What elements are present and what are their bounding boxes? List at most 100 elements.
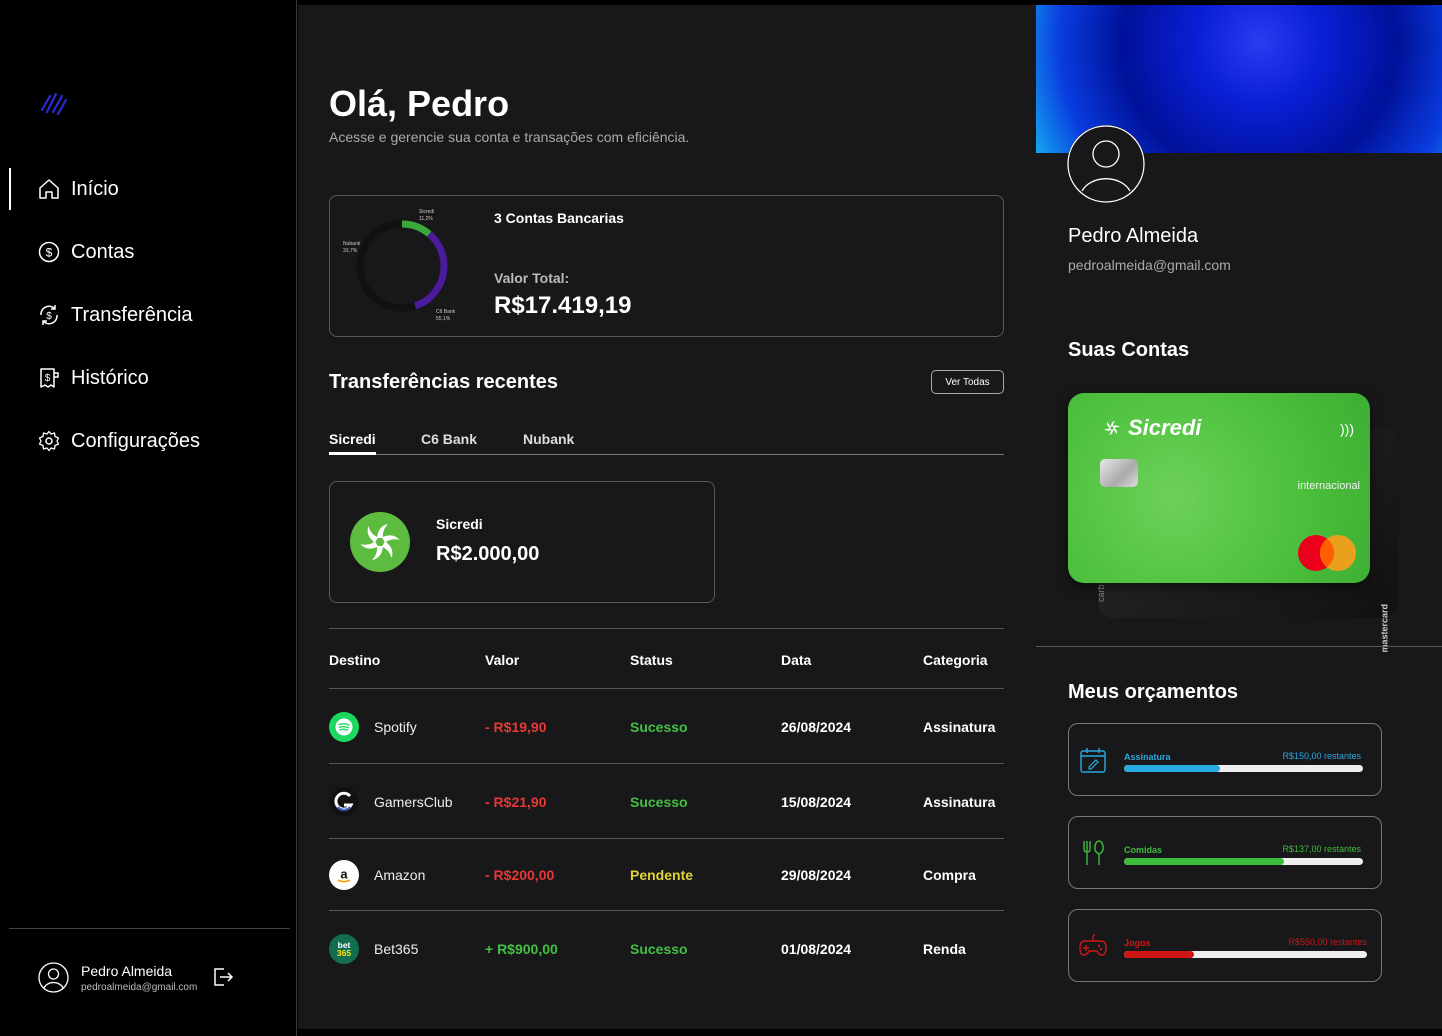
svg-text:$: $: [45, 373, 51, 384]
sidebar-divider: [9, 928, 290, 929]
sidebar-user: Pedro Almeida pedroalmeida@gmail.com: [38, 962, 197, 993]
gamersclub-icon: [329, 787, 359, 817]
mastercard-logo-icon: [1298, 535, 1356, 571]
budget-card-assinatura[interactable]: Assinatura R$150,00 restantes: [1068, 723, 1382, 796]
budget-progress-fill: [1124, 765, 1220, 772]
sidebar-item-label: Configurações: [71, 429, 200, 452]
svg-text:a: a: [340, 867, 348, 882]
date-cell: 15/08/2024: [781, 794, 852, 810]
svg-text:$: $: [46, 311, 52, 322]
status-cell: Sucesso: [630, 941, 688, 957]
sidebar-item-configuracoes[interactable]: Configurações: [0, 420, 297, 462]
value-cell: - R$200,00: [485, 867, 555, 883]
donut-label-nubank: Nubank 33,7%: [343, 241, 361, 254]
your-accounts-title: Suas Contas: [1068, 339, 1190, 361]
donut-label-sicredi: Sicredi 11,2%: [419, 209, 435, 222]
total-value: R$17.419,19: [494, 292, 632, 319]
account-tabs: Sicredi C6 Bank Nubank: [329, 429, 1004, 455]
destination-cell: GamersClub: [329, 787, 453, 817]
category-cell: Renda: [923, 941, 966, 957]
budget-card-comidas[interactable]: Comidas R$137,00 restantes: [1068, 816, 1382, 889]
see-all-button[interactable]: Ver Todas: [931, 370, 1004, 394]
budget-remaining: R$550,00 restantes: [1288, 937, 1367, 947]
profile-avatar-icon[interactable]: [1067, 125, 1145, 203]
budget-name: Jogos: [1124, 938, 1151, 948]
receipt-icon: $: [38, 367, 60, 389]
card-type: internacional: [1297, 480, 1360, 492]
budget-progress-fill: [1124, 951, 1195, 958]
accounts-summary-card: Sicredi 11,2% Nubank 33,7% C6 Bank 55,1% 3 …: [329, 195, 1004, 337]
dollar-circle-icon: $: [38, 241, 60, 263]
logout-icon[interactable]: [212, 966, 234, 988]
status-cell: Pendente: [630, 867, 694, 883]
gear-icon: [38, 430, 60, 452]
table-row[interactable]: Spotify - R$19,90 Sucesso 26/08/2024 Assinat…: [329, 688, 1004, 763]
sidebar-item-contas[interactable]: $ Contas: [0, 231, 297, 273]
value-cell: - R$19,90: [485, 719, 547, 735]
sidebar-user-name: Pedro Almeida: [81, 962, 173, 979]
tab-nubank[interactable]: Nubank: [523, 431, 574, 447]
sidebar-item-label: Início: [71, 177, 119, 200]
bet365-icon: bet 365: [329, 934, 359, 964]
page-title: Olá, Pedro: [329, 83, 510, 124]
card-brand: Sicredi: [1100, 415, 1201, 441]
fork-knife-icon: [1083, 840, 1104, 865]
table-header: Destino Valor Status Data Categoria: [329, 628, 1004, 688]
app-logo-icon: [40, 92, 68, 116]
account-name: Sicredi: [436, 516, 483, 532]
header-destino: Destino: [329, 652, 381, 668]
table-row[interactable]: GamersClub - R$21,90 Sucesso 15/08/2024 Assi…: [329, 763, 1004, 838]
date-cell: 29/08/2024: [781, 867, 852, 883]
transfer-icon: $: [38, 304, 60, 326]
table-row[interactable]: a Amazon - R$200,00 Pendente 29/08/2024 Compr…: [329, 838, 1004, 910]
budget-progress-fill: [1124, 858, 1285, 865]
destination-cell: bet 365 Bet365: [329, 934, 418, 964]
header-valor: Valor: [485, 652, 520, 668]
sidebar-item-label: Contas: [71, 240, 135, 263]
profile-panel: Pedro Almeida pedroalmeida@gmail.com Sua…: [1036, 5, 1442, 1029]
category-cell: Assinatura: [923, 719, 996, 735]
svg-text:$: $: [46, 246, 53, 260]
amazon-icon: a: [329, 860, 359, 890]
sicredi-credit-card[interactable]: Sicredi ))) internacional: [1068, 393, 1370, 583]
destination-name: Bet365: [374, 941, 419, 957]
budget-progress-bar: [1124, 765, 1363, 772]
destination-cell: a Amazon: [329, 860, 425, 890]
sidebar-item-historico[interactable]: $ Histórico: [0, 357, 297, 399]
value-cell: - R$21,90: [485, 794, 547, 810]
category-cell: Compra: [923, 867, 976, 883]
calendar-edit-icon: [1080, 748, 1106, 773]
profile-divider: [1036, 646, 1442, 647]
total-value-label: Valor Total:: [494, 270, 570, 286]
card-back-side-text: carb: [1096, 584, 1106, 602]
header-data: Data: [781, 652, 812, 668]
sidebar-user-email: pedroalmeida@gmail.com: [81, 981, 198, 993]
home-icon: [38, 178, 60, 200]
budget-progress-bar: [1124, 858, 1363, 865]
budget-card-jogos[interactable]: Jogos R$550,00 restantes: [1068, 909, 1382, 982]
accounts-count: 3 Contas Bancarias: [494, 210, 624, 226]
accounts-donut-chart: [356, 220, 448, 312]
transactions-table: Destino Valor Status Data Categoria Spot…: [329, 628, 1004, 985]
sidebar: Início $ Contas $ Transferência $ Histór…: [0, 0, 297, 1036]
gamepad-icon: [1079, 934, 1107, 956]
category-cell: Assinatura: [923, 794, 996, 810]
tab-c6bank[interactable]: C6 Bank: [421, 431, 477, 447]
sicredi-logo-icon: [350, 512, 410, 572]
main-content: Olá, Pedro Acesse e gerencie sua conta e…: [298, 5, 1036, 1029]
budget-progress-bar: [1124, 951, 1367, 958]
svg-text:365: 365: [337, 948, 351, 958]
card-brand-name: Sicredi: [1128, 415, 1202, 440]
budget-remaining: R$137,00 restantes: [1282, 844, 1361, 854]
budget-name: Assinatura: [1124, 752, 1171, 762]
selected-account-card[interactable]: Sicredi R$2.000,00: [329, 481, 715, 603]
contactless-icon: ))): [1340, 421, 1354, 437]
destination-name: Amazon: [374, 867, 426, 883]
sidebar-item-transferencia[interactable]: $ Transferência: [0, 294, 297, 336]
user-avatar-icon: [38, 962, 69, 993]
table-row[interactable]: bet 365 Bet365 + R$900,00 Sucesso 01/08/2024 R…: [329, 910, 1004, 985]
tab-sicredi[interactable]: Sicredi: [329, 431, 376, 455]
value-cell: + R$900,00: [485, 941, 558, 957]
sidebar-item-inicio[interactable]: Início: [0, 168, 297, 210]
budgets-title: Meus orçamentos: [1068, 681, 1239, 703]
